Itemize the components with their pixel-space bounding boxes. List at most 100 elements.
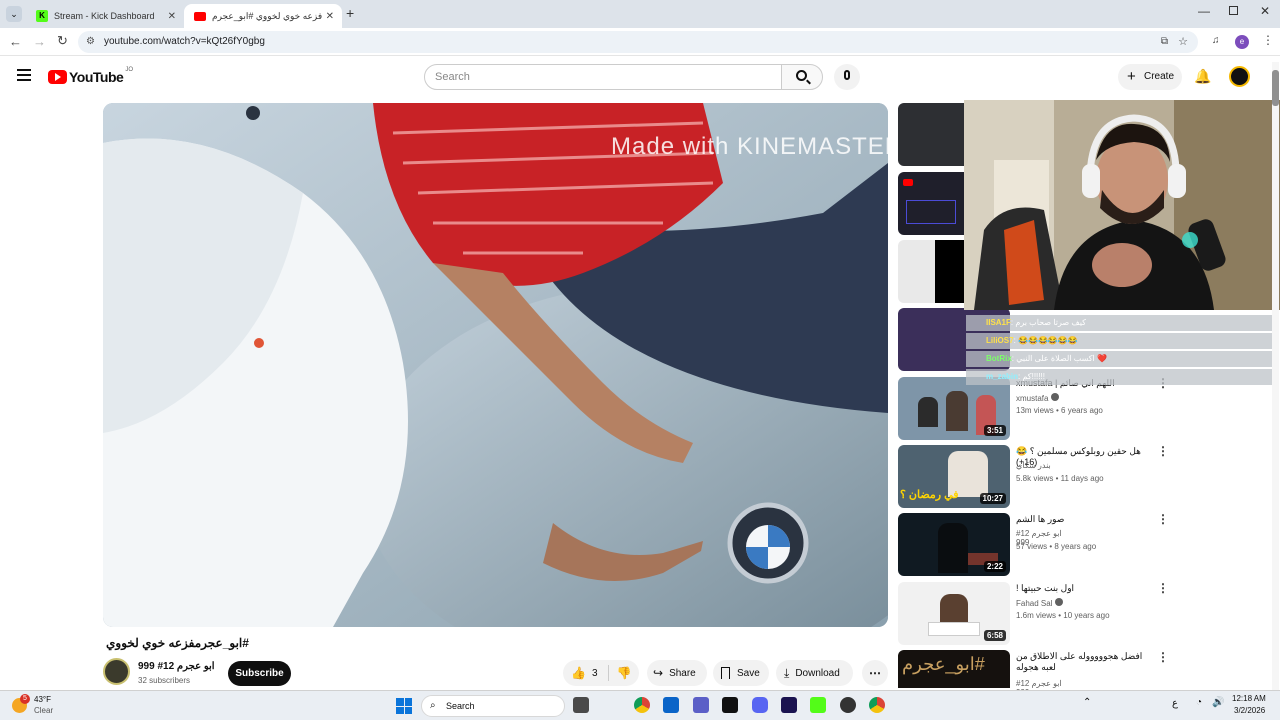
verified-icon (1054, 598, 1063, 606)
download-icon: ⤓ (784, 665, 790, 680)
tab-title: Stream - Kick Dashboard (54, 11, 155, 21)
chrome-active-icon[interactable] (869, 697, 885, 713)
close-icon[interactable]: ✕ (326, 11, 334, 22)
tab-search-button[interactable]: ⌄ (6, 6, 22, 22)
scrollbar-thumb[interactable] (1272, 70, 1279, 106)
tab-kick-dashboard[interactable]: K Stream - Kick Dashboard ✕ (26, 4, 184, 28)
rec-stats: 1.6m views • 10 years ago (1016, 611, 1110, 620)
media-control-icon[interactable]: ♫ (1212, 35, 1220, 46)
page-scrollbar[interactable] (1272, 62, 1279, 690)
profile-avatar[interactable]: e (1235, 35, 1249, 49)
minimize-button[interactable]: — (1198, 4, 1210, 18)
rec-menu-icon[interactable]: ⋮ (1157, 512, 1169, 526)
site-info-icon[interactable]: ⚙ (86, 31, 95, 53)
outlook-icon[interactable] (663, 697, 679, 713)
rec-thumbnail[interactable]: #ابو_عجرم (898, 650, 1010, 688)
like-count: 3 (591, 667, 598, 679)
kick-icon: K (36, 10, 48, 22)
youtube-logo[interactable]: YouTube JO (48, 67, 133, 85)
youtube-play-icon (48, 70, 67, 84)
time-display[interactable]: 12:18 AM (1232, 694, 1266, 703)
thumb-caption: في رمضان ؟ (900, 489, 959, 501)
rec-menu-icon[interactable]: ⋮ (1157, 581, 1169, 595)
chat-text: كم!!!!!! (1022, 372, 1045, 381)
maximize-button[interactable] (1229, 6, 1238, 15)
browser-tab-bar: ⌄ K Stream - Kick Dashboard ✕ فزعه خوي ل… (0, 0, 1280, 28)
rec-title[interactable]: صور ها الشم (1016, 514, 1156, 525)
close-icon[interactable]: ✕ (168, 11, 176, 22)
rec-stats: 57 views • 8 years ago (1016, 542, 1097, 551)
streamer-webcam (964, 100, 1280, 310)
rec-thumbnail[interactable]: 3:51 (898, 377, 1010, 440)
taskbar-search[interactable]: ⌕ Search (421, 695, 565, 717)
bookmark-star-icon[interactable]: ☆ (1178, 31, 1188, 53)
back-icon[interactable]: ← (9, 34, 22, 49)
tab-youtube-video[interactable]: فزعه خوي لخووي #ابو_عجرم - be ✕ (184, 4, 342, 28)
task-view-icon[interactable] (573, 697, 589, 713)
search-button[interactable] (781, 64, 823, 90)
like-button[interactable]: 👍 3 (563, 666, 598, 680)
obs-icon[interactable] (840, 697, 856, 713)
more-icon: ⋯ (869, 666, 881, 680)
rec-channel[interactable]: Fahad Sal (1016, 598, 1063, 608)
divider (607, 665, 609, 681)
create-button[interactable]: + Create (1118, 64, 1182, 90)
webcam-frame (964, 100, 1280, 310)
premiere-icon[interactable] (781, 697, 797, 713)
search-icon: ⌕ (430, 700, 436, 711)
hamburger-menu-icon[interactable] (17, 69, 31, 81)
discord-icon[interactable] (752, 697, 768, 713)
channel-name[interactable]: ابو عجرم 12# 999 (138, 661, 215, 672)
tab-title: فزعه خوي لخووي #ابو_عجرم - be (212, 10, 322, 21)
download-button[interactable]: ⤓ Download (776, 660, 853, 686)
rec-thumbnail[interactable]: 2:22 (898, 513, 1010, 576)
rec-stats: 5.8k views • 11 days ago (1016, 474, 1104, 483)
chrome-icon[interactable] (634, 697, 650, 713)
video-duration: 10:27 (979, 493, 1006, 504)
teams-icon[interactable] (693, 697, 709, 713)
reload-icon[interactable]: ↻ (57, 33, 68, 49)
share-button[interactable]: ↪ Share (647, 660, 707, 686)
dislike-button[interactable]: 👎 (617, 666, 632, 680)
address-bar[interactable]: ⚙ youtube.com/watch?v=kQt26fY0gbg ⧉ ☆ (78, 31, 1198, 53)
kick-app-icon[interactable] (810, 697, 826, 713)
weather-desc: Clear (34, 706, 54, 715)
plus-icon: + (1127, 68, 1136, 85)
install-icon[interactable]: ⧉ (1161, 31, 1168, 53)
taskbar-search-label: Search (446, 701, 475, 711)
weather-widget[interactable]: 5 43°F Clear (10, 694, 80, 718)
new-tab-button[interactable]: + (346, 5, 354, 21)
show-hidden-icons[interactable]: ⌃ (1083, 697, 1091, 708)
browser-toolbar: ← → ↻ ⚙ youtube.com/watch?v=kQt26fY0gbg … (0, 28, 1280, 56)
wifi-icon[interactable]: ◔ (1196, 697, 1202, 708)
date-display[interactable]: 3/2/2026 (1234, 706, 1265, 715)
weather-badge: 5 (20, 694, 30, 704)
subscribe-button[interactable]: Subscribe (228, 661, 291, 686)
netflix-icon[interactable] (722, 697, 738, 713)
rec-channel[interactable]: xmustafa (1016, 393, 1059, 403)
video-player[interactable]: Made with KINEMASTER (103, 103, 888, 627)
forward-icon[interactable]: → (33, 34, 46, 49)
search-icon (796, 70, 807, 81)
browser-menu-icon[interactable]: ⋮ (1262, 33, 1274, 47)
input-language[interactable]: ع (1172, 698, 1178, 709)
notifications-bell-icon[interactable]: 🔔 (1194, 68, 1211, 85)
rec-channel[interactable]: بندر سكاي (1016, 461, 1051, 470)
rec-menu-icon[interactable]: ⋮ (1157, 650, 1169, 664)
save-button[interactable]: Save (713, 660, 769, 686)
account-avatar[interactable] (1229, 66, 1250, 87)
rec-thumbnail[interactable]: 6:58 (898, 582, 1010, 645)
start-button[interactable] (396, 698, 412, 714)
rec-title[interactable]: افضل هجوووووله على الاطلاق من لعبه هجوله (1016, 651, 1156, 673)
rec-menu-icon[interactable]: ⋮ (1157, 444, 1169, 458)
chat-username: BotRix (986, 354, 1012, 363)
rec-thumbnail[interactable]: في رمضان ؟ 10:27 (898, 445, 1010, 508)
close-window-button[interactable]: ✕ (1260, 4, 1270, 18)
voice-search-button[interactable] (834, 64, 860, 90)
more-actions-button[interactable]: ⋯ (862, 660, 888, 686)
channel-avatar[interactable] (103, 658, 130, 685)
search-input[interactable]: Search (424, 64, 782, 90)
rec-title[interactable]: اول بنت حبيتها ! (1016, 583, 1156, 594)
volume-icon[interactable]: 🔊 (1212, 697, 1224, 708)
like-dislike-group: 👍 3 👎 (563, 660, 639, 686)
